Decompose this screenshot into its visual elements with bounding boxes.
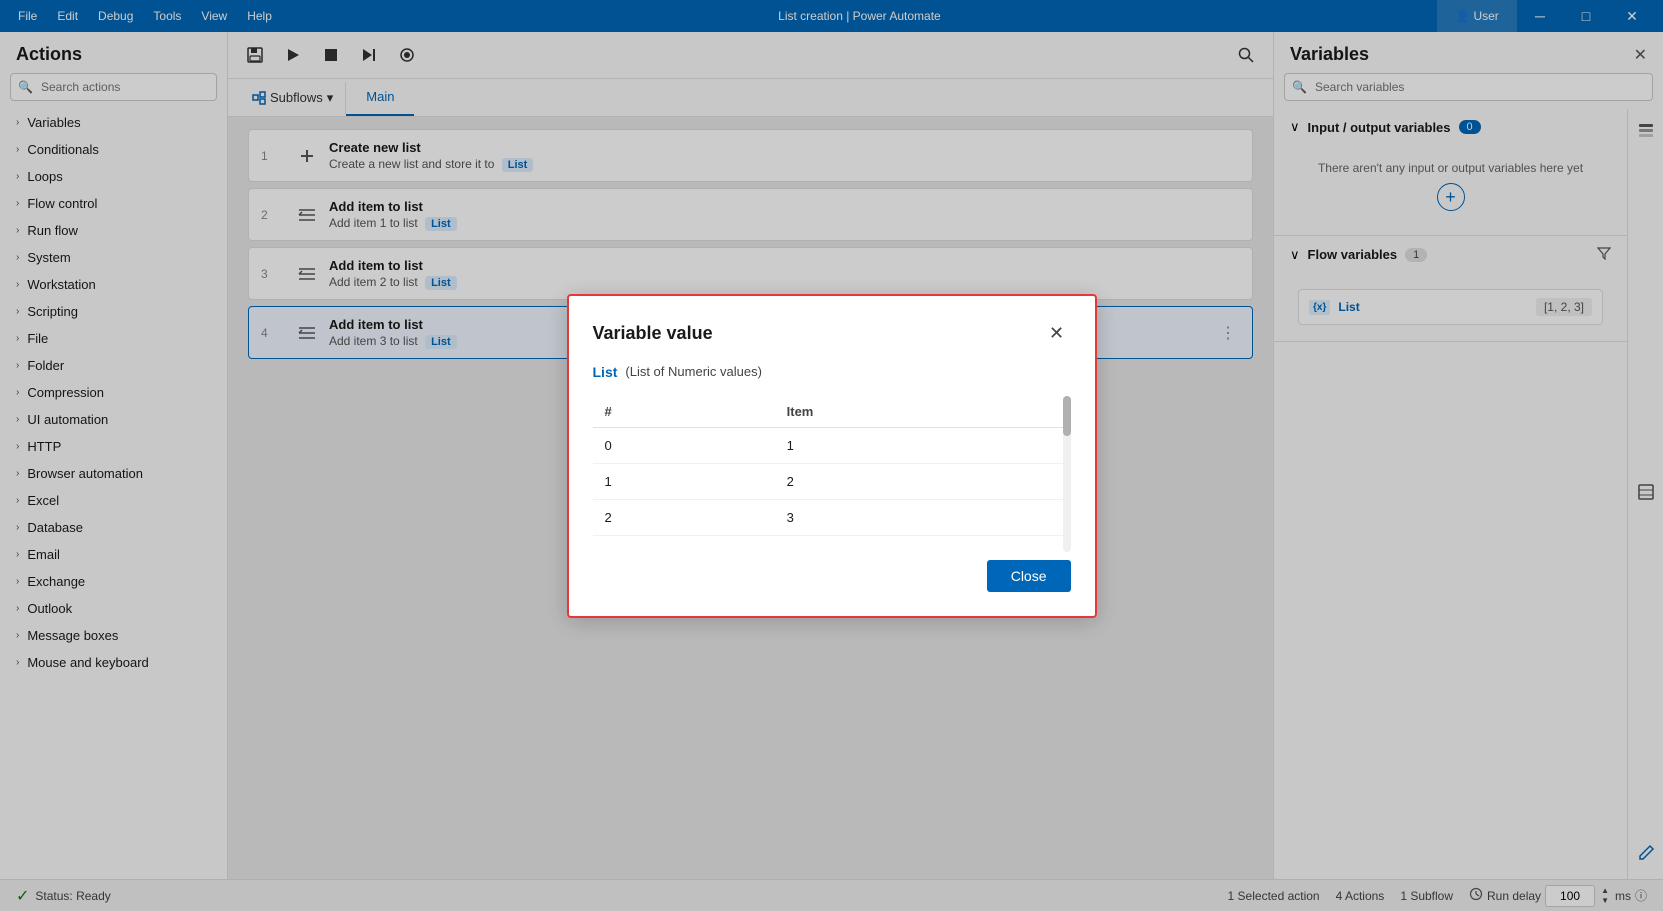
modal-list-label: List xyxy=(593,364,618,380)
row-index: 2 xyxy=(593,499,775,535)
row-index: 0 xyxy=(593,427,775,463)
row-index: 1 xyxy=(593,463,775,499)
modal-table: # Item 0 1 1 2 2 3 xyxy=(593,396,1071,536)
table-row: 1 2 xyxy=(593,463,1071,499)
modal-overlay[interactable]: Variable value ✕ List (List of Numeric v… xyxy=(0,0,1663,911)
variable-value-modal: Variable value ✕ List (List of Numeric v… xyxy=(567,294,1097,618)
scrollbar-thumb xyxy=(1063,396,1071,436)
modal-close-button[interactable]: ✕ xyxy=(1043,320,1071,348)
modal-subtitle: List (List of Numeric values) xyxy=(593,364,1071,380)
modal-table-area[interactable]: # Item 0 1 1 2 2 3 xyxy=(593,396,1071,552)
modal-close-confirm-button[interactable]: Close xyxy=(987,560,1071,592)
modal-list-type: (List of Numeric values) xyxy=(625,364,762,379)
col-header-index: # xyxy=(593,396,775,428)
table-row: 0 1 xyxy=(593,427,1071,463)
row-value: 1 xyxy=(775,427,1071,463)
modal-title: Variable value xyxy=(593,323,713,344)
col-header-item: Item xyxy=(775,396,1071,428)
modal-footer: Close xyxy=(593,560,1071,592)
table-row: 2 3 xyxy=(593,499,1071,535)
row-value: 2 xyxy=(775,463,1071,499)
modal-header: Variable value ✕ xyxy=(593,320,1071,348)
row-value: 3 xyxy=(775,499,1071,535)
